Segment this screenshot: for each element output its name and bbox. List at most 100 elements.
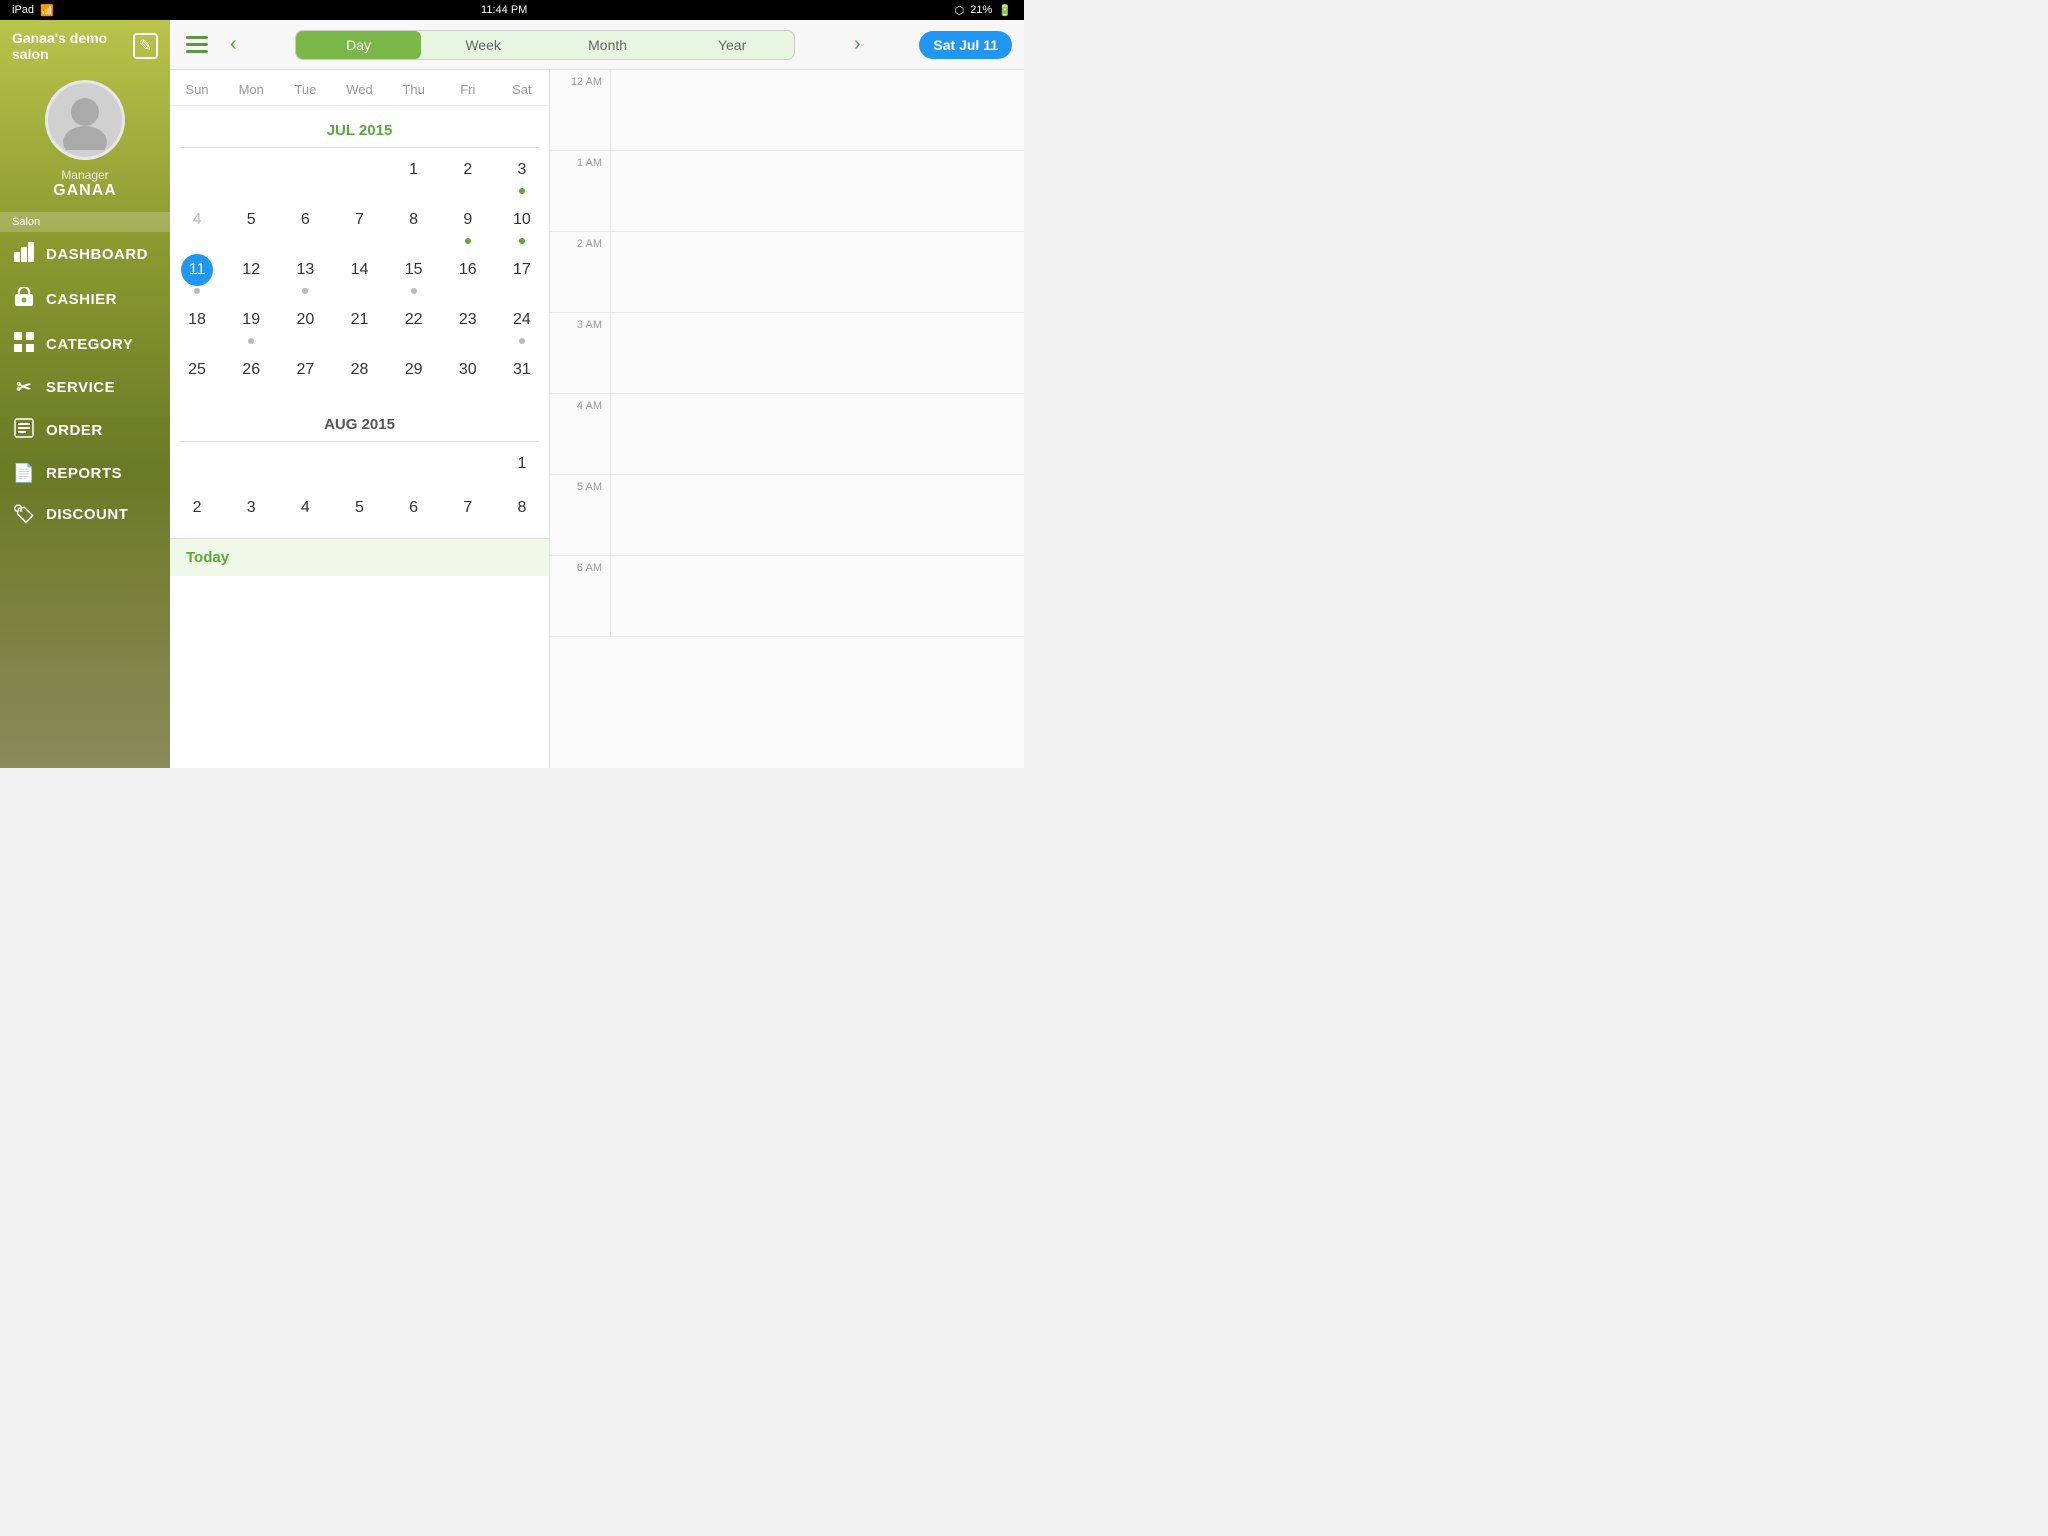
cal-day[interactable]: 3: [506, 154, 538, 186]
cal-cell[interactable]: 24: [495, 298, 549, 348]
cal-day[interactable]: 26: [235, 354, 267, 386]
cal-day[interactable]: 9: [452, 204, 484, 236]
cal-cell[interactable]: 2: [170, 486, 224, 530]
today-bar[interactable]: Today: [170, 538, 549, 576]
cal-cell[interactable]: 13: [278, 248, 332, 298]
tab-month[interactable]: Month: [545, 31, 670, 59]
sidebar-item-order[interactable]: ORDER: [0, 408, 170, 453]
cal-day[interactable]: 28: [343, 354, 375, 386]
cal-day[interactable]: 21: [343, 304, 375, 336]
cal-day[interactable]: 6: [398, 492, 430, 524]
time-slot[interactable]: [610, 313, 1024, 393]
cal-day[interactable]: 23: [452, 304, 484, 336]
sidebar-item-category[interactable]: CATEGORY: [0, 322, 170, 367]
cal-cell[interactable]: 6: [278, 198, 332, 248]
cal-day[interactable]: 25: [181, 354, 213, 386]
cal-day[interactable]: 13: [289, 254, 321, 286]
cal-day[interactable]: 31: [506, 354, 538, 386]
cal-day[interactable]: 22: [398, 304, 430, 336]
cal-cell[interactable]: 20: [278, 298, 332, 348]
cal-day[interactable]: 8: [506, 492, 538, 524]
cal-cell[interactable]: 14: [332, 248, 386, 298]
time-slot[interactable]: [610, 475, 1024, 555]
prev-button[interactable]: ‹: [222, 29, 245, 60]
cal-day[interactable]: 7: [343, 204, 375, 236]
tab-year[interactable]: Year: [670, 31, 795, 59]
cal-cell[interactable]: 19: [224, 298, 278, 348]
cal-cell[interactable]: 6: [387, 486, 441, 530]
cal-day[interactable]: 11: [181, 254, 213, 286]
cal-cell[interactable]: 4: [278, 486, 332, 530]
cal-cell[interactable]: 1: [387, 148, 441, 198]
time-slot[interactable]: [610, 556, 1024, 636]
next-button[interactable]: ›: [846, 29, 869, 60]
cal-cell[interactable]: 7: [441, 486, 495, 530]
cal-day[interactable]: 7: [452, 492, 484, 524]
cal-day[interactable]: 2: [452, 154, 484, 186]
cal-day[interactable]: 12: [235, 254, 267, 286]
cal-cell[interactable]: 21: [332, 298, 386, 348]
cal-day[interactable]: 8: [398, 204, 430, 236]
cal-day[interactable]: 10: [506, 204, 538, 236]
cal-cell[interactable]: 8: [495, 486, 549, 530]
cal-cell[interactable]: 18: [170, 298, 224, 348]
tab-week[interactable]: Week: [421, 31, 546, 59]
cal-cell[interactable]: 4: [170, 198, 224, 248]
cal-day[interactable]: 30: [452, 354, 484, 386]
cal-day[interactable]: 5: [343, 492, 375, 524]
hamburger-button[interactable]: [182, 32, 212, 57]
cal-cell[interactable]: 5: [224, 198, 278, 248]
cal-cell[interactable]: 3: [495, 148, 549, 198]
cal-day[interactable]: 4: [181, 204, 213, 236]
sidebar-item-dashboard[interactable]: DASHBOARD: [0, 232, 170, 277]
cal-cell[interactable]: 31: [495, 348, 549, 392]
cal-cell[interactable]: 1: [495, 442, 549, 486]
time-slot[interactable]: [610, 151, 1024, 231]
sidebar-item-reports[interactable]: 📄 REPORTS: [0, 453, 170, 494]
cal-cell[interactable]: 2: [441, 148, 495, 198]
time-slot[interactable]: [610, 394, 1024, 474]
cal-cell[interactable]: 27: [278, 348, 332, 392]
cal-day[interactable]: 24: [506, 304, 538, 336]
cal-cell[interactable]: 3: [224, 486, 278, 530]
cal-day[interactable]: 27: [289, 354, 321, 386]
cal-day[interactable]: 4: [289, 492, 321, 524]
sidebar-item-service[interactable]: ✂ SERVICE: [0, 367, 170, 408]
cal-day[interactable]: 5: [235, 204, 267, 236]
sidebar-item-cashier[interactable]: CASHIER: [0, 277, 170, 322]
cal-cell[interactable]: 29: [387, 348, 441, 392]
cal-day[interactable]: 20: [289, 304, 321, 336]
cal-cell[interactable]: 11: [170, 248, 224, 298]
cal-day[interactable]: 1: [398, 154, 430, 186]
cal-day[interactable]: 1: [506, 448, 538, 480]
time-slot[interactable]: [610, 70, 1024, 150]
cal-cell[interactable]: 28: [332, 348, 386, 392]
cal-day[interactable]: 17: [506, 254, 538, 286]
tab-day[interactable]: Day: [296, 31, 421, 59]
cal-cell[interactable]: 23: [441, 298, 495, 348]
cal-day[interactable]: 19: [235, 304, 267, 336]
cal-cell[interactable]: 7: [332, 198, 386, 248]
cal-cell[interactable]: 8: [387, 198, 441, 248]
cal-cell[interactable]: 17: [495, 248, 549, 298]
cal-day[interactable]: 15: [398, 254, 430, 286]
cal-cell[interactable]: 12: [224, 248, 278, 298]
time-slot[interactable]: [610, 232, 1024, 312]
cal-day[interactable]: 29: [398, 354, 430, 386]
cal-day[interactable]: 6: [289, 204, 321, 236]
cal-day[interactable]: 14: [343, 254, 375, 286]
edit-icon[interactable]: ✎: [133, 33, 158, 59]
cal-day[interactable]: 2: [181, 492, 213, 524]
cal-cell[interactable]: 30: [441, 348, 495, 392]
cal-day[interactable]: 18: [181, 304, 213, 336]
cal-cell[interactable]: 5: [332, 486, 386, 530]
cal-cell[interactable]: 22: [387, 298, 441, 348]
cal-cell[interactable]: 9: [441, 198, 495, 248]
cal-day[interactable]: 16: [452, 254, 484, 286]
cal-cell[interactable]: 15: [387, 248, 441, 298]
cal-cell[interactable]: 16: [441, 248, 495, 298]
cal-cell[interactable]: 25: [170, 348, 224, 392]
cal-cell[interactable]: 26: [224, 348, 278, 392]
cal-day[interactable]: 3: [235, 492, 267, 524]
cal-cell[interactable]: 10: [495, 198, 549, 248]
